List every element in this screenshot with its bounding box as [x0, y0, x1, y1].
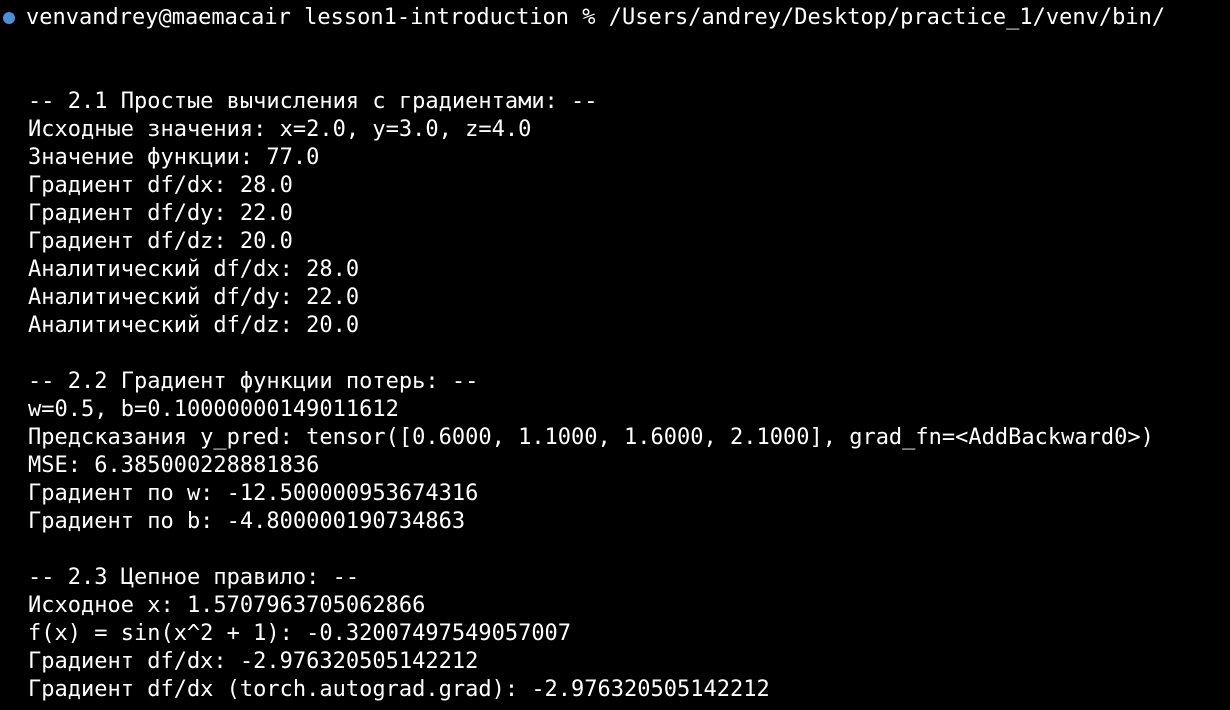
output-line: Аналитический df/dz: 20.0 — [28, 313, 360, 338]
terminal-window[interactable]: venvandrey@maemacair lesson1-introductio… — [0, 0, 1230, 710]
output-line: MSE: 6.385000228881836 — [28, 453, 320, 478]
output-line: Градиент по b: -4.800000190734863 — [28, 509, 466, 534]
output-line: Значение функции: 77.0 — [28, 145, 320, 170]
output-line: Аналитический df/dx: 28.0 — [28, 257, 360, 282]
section-header: -- 2.2 Градиент функции потерь: -- — [28, 369, 479, 394]
output-line: Исходное x: 1.5707963705062866 — [28, 593, 426, 618]
output-line: Градиент по w: -12.500000953674316 — [28, 481, 479, 506]
output-line: f(x) = sin(x^2 + 1): -0.3200749754905700… — [28, 621, 572, 646]
status-dot-icon — [3, 12, 15, 24]
output-line: Градиент df/dy: 22.0 — [28, 201, 293, 226]
section-header: -- 2.1 Простые вычисления с градиентами:… — [28, 89, 598, 114]
output-line: Исходные значения: x=2.0, y=3.0, z=4.0 — [28, 117, 532, 142]
output-line: Градиент df/dx: -2.976320505142212 — [28, 649, 479, 674]
output-line: Градиент df/dx (torch.autograd.grad): -2… — [28, 677, 770, 702]
output-line: w=0.5, b=0.10000000149011612 — [28, 397, 399, 422]
terminal-output: -- 2.1 Простые вычисления с градиентами:… — [28, 88, 1154, 704]
prompt-text: venvandrey@maemacair lesson1-introductio… — [26, 5, 1166, 30]
output-line: Предсказания y_pred: tensor([0.6000, 1.1… — [28, 425, 1154, 450]
section-header: -- 2.3 Цепное правило: -- — [28, 565, 360, 590]
command-prompt: venvandrey@maemacair lesson1-introductio… — [0, 4, 1165, 32]
output-line: Градиент df/dx: 28.0 — [28, 173, 293, 198]
output-line: Градиент df/dz: 20.0 — [28, 229, 293, 254]
output-line: Аналитический df/dy: 22.0 — [28, 285, 360, 310]
